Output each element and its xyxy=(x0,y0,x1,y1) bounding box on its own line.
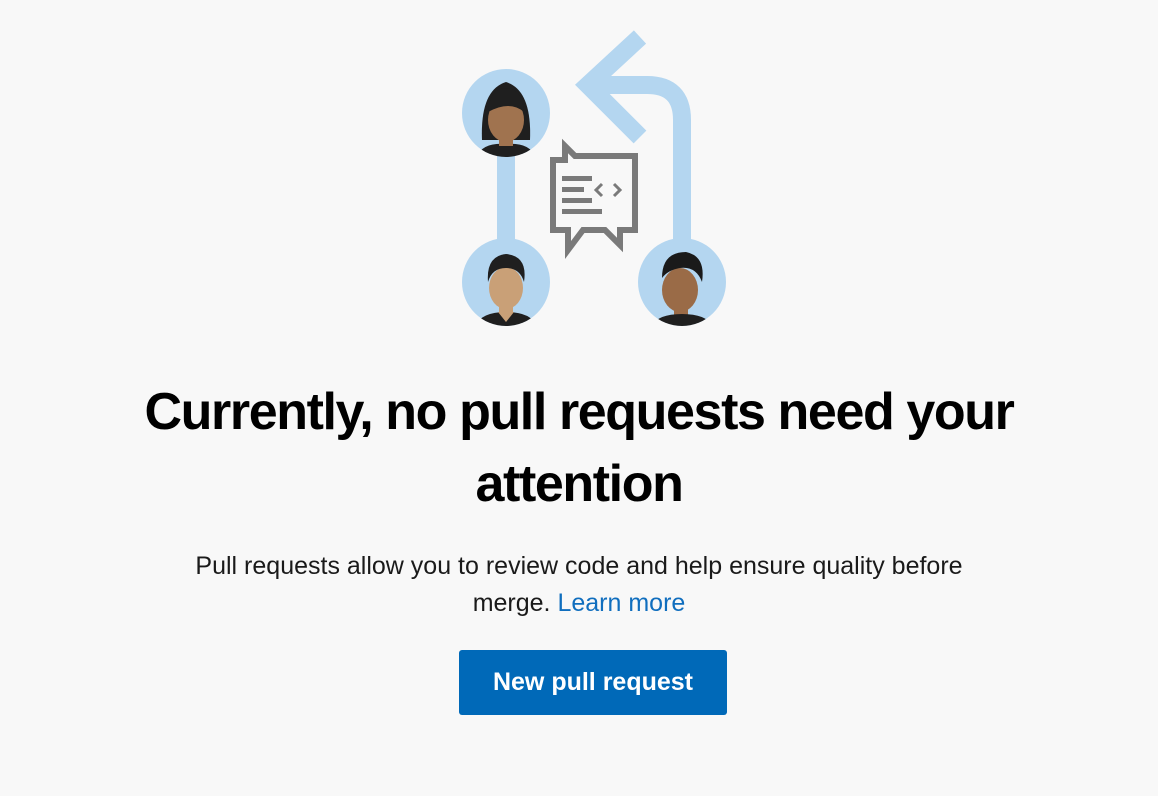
page-title-line: Currently, no pull requests need your xyxy=(144,383,1015,441)
reviewer-avatar-man-curly xyxy=(638,238,726,326)
empty-state-description: Pull requests allow you to review code a… xyxy=(0,548,1158,622)
new-pull-request-button[interactable]: New pull request xyxy=(459,650,727,715)
page-title-line: attention xyxy=(475,455,684,513)
learn-more-link[interactable]: Learn more xyxy=(557,589,685,617)
description-text: merge. xyxy=(472,589,551,617)
page-title: Currently, no pull requests need your at… xyxy=(0,376,1158,520)
code-comment-icon xyxy=(550,138,638,259)
branch-line xyxy=(497,150,515,250)
description-line-2: merge. Learn more xyxy=(0,585,1158,622)
description-line: Pull requests allow you to review code a… xyxy=(195,552,963,580)
reviewer-avatar-man xyxy=(462,238,550,326)
reviewer-avatar-woman xyxy=(462,69,550,157)
pull-requests-empty-state: Currently, no pull requests need your at… xyxy=(0,0,1158,796)
pull-request-illustration xyxy=(462,30,726,326)
